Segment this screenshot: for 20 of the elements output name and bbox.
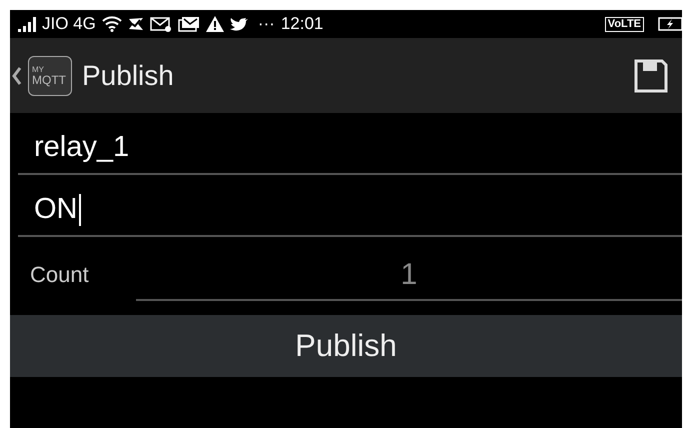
warning-icon xyxy=(206,16,224,32)
screen-title: Publish xyxy=(82,58,174,92)
text-field[interactable]: ON xyxy=(18,185,682,237)
volte-badge: VoLTE xyxy=(604,16,644,32)
back-icon[interactable] xyxy=(12,66,22,84)
count-field[interactable]: 1 xyxy=(136,249,682,301)
publish-button[interactable]: Publish xyxy=(10,315,682,377)
count-label: Count xyxy=(30,261,90,289)
text-field[interactable]: relay_1 xyxy=(18,123,682,175)
logo-text: MY xyxy=(32,66,45,74)
carrier-text: JIO 4G xyxy=(42,13,96,36)
more-text: ··· xyxy=(258,13,275,36)
time-text: 12:01 xyxy=(280,13,324,36)
save-icon[interactable] xyxy=(634,58,668,92)
wifi-icon xyxy=(102,16,122,32)
mail-icon xyxy=(150,16,172,32)
bird-icon xyxy=(230,16,248,32)
logo-text: MQTT xyxy=(32,74,67,86)
mail-icon xyxy=(178,16,200,32)
battery-icon xyxy=(658,16,682,32)
